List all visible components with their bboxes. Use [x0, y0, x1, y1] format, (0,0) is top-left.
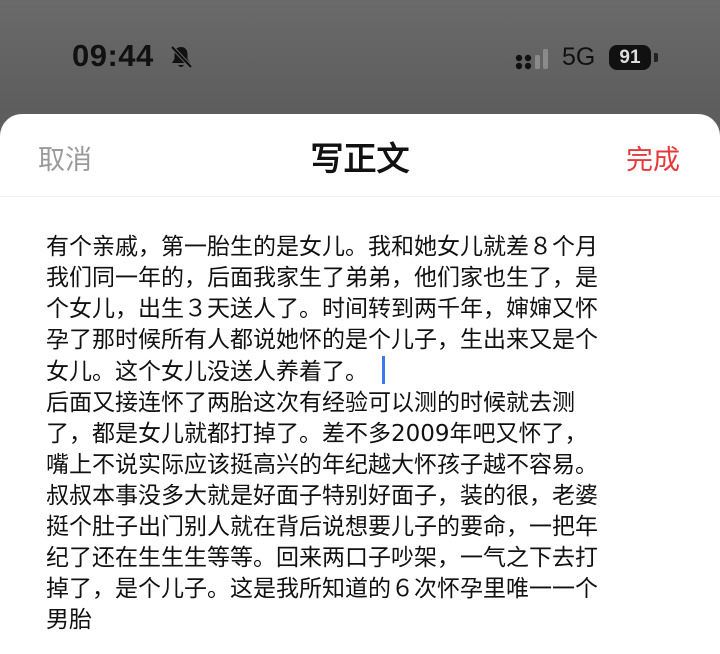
compose-sheet: 取消 写正文 完成 有个亲戚，第一胎生的是女儿。我和她女儿就差８个月 我们同一年…: [0, 114, 720, 654]
bell-slash-icon: [170, 45, 193, 69]
status-bar: 09:44 5G 91: [0, 0, 720, 112]
header-divider: [0, 196, 720, 197]
body-text-before-cursor: 有个亲戚，第一胎生的是女儿。我和她女儿就差８个月 我们同一年的，后面我家生了弟弟…: [46, 234, 598, 385]
page-title: 写正文: [310, 139, 410, 178]
text-cursor: [382, 356, 385, 384]
body-text-after-cursor: 后面又接连怀了两胎这次有经验可以测的时候就去测 了，都是女儿就都打掉了。差不多2…: [46, 390, 598, 633]
done-button[interactable]: 完成: [626, 138, 680, 177]
body-text-editor[interactable]: 有个亲戚，第一胎生的是女儿。我和她女儿就差８个月 我们同一年的，后面我家生了弟弟…: [46, 232, 676, 633]
battery-cap: [654, 53, 658, 62]
cellular-signal-icon: [515, 49, 548, 70]
status-time: 09:44: [72, 38, 154, 73]
battery-level: 91: [609, 45, 651, 70]
network-type: 5G: [562, 43, 596, 71]
